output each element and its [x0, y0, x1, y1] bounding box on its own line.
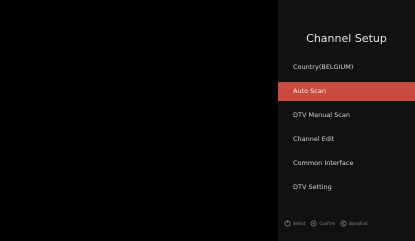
menu-item-label: Channel Edit: [293, 135, 335, 143]
hint-label: Confirm: [319, 221, 336, 226]
hint-confirm: Confirm: [310, 220, 335, 227]
menu-item-country[interactable]: Country(BELGIUM): [278, 58, 415, 77]
menu-item-dtv-manual-scan[interactable]: DTV Manual Scan: [278, 106, 415, 125]
footer-hints: Select Confirm Back/Exit: [284, 220, 415, 227]
hint-back-exit: Back/Exit: [340, 220, 368, 227]
hint-label: Select: [293, 221, 306, 226]
menu-item-dtv-setting[interactable]: DTV Setting: [278, 178, 415, 197]
menu-item-channel-edit[interactable]: Channel Edit: [278, 130, 415, 149]
power-icon: [284, 220, 291, 227]
menu-item-common-interface[interactable]: Common Interface: [278, 154, 415, 173]
menu-item-label: DTV Manual Scan: [293, 111, 350, 119]
menu-item-label: Common Interface: [293, 159, 354, 167]
back-icon: [340, 220, 347, 227]
menu-item-label: Auto Scan: [293, 87, 326, 95]
panel-title: Channel Setup: [306, 32, 387, 45]
channel-setup-menu: Country(BELGIUM) Auto Scan DTV Manual Sc…: [278, 58, 415, 202]
hint-label: Back/Exit: [349, 221, 368, 226]
menu-item-label: DTV Setting: [293, 183, 332, 191]
menu-item-label: Country(BELGIUM): [293, 63, 354, 71]
tv-screen: Channel Setup Country(BELGIUM) Auto Scan…: [0, 0, 415, 241]
ok-icon: [310, 220, 317, 227]
hint-select: Select: [284, 220, 305, 227]
menu-item-auto-scan[interactable]: Auto Scan: [278, 82, 415, 101]
channel-setup-panel: Channel Setup Country(BELGIUM) Auto Scan…: [278, 0, 415, 241]
